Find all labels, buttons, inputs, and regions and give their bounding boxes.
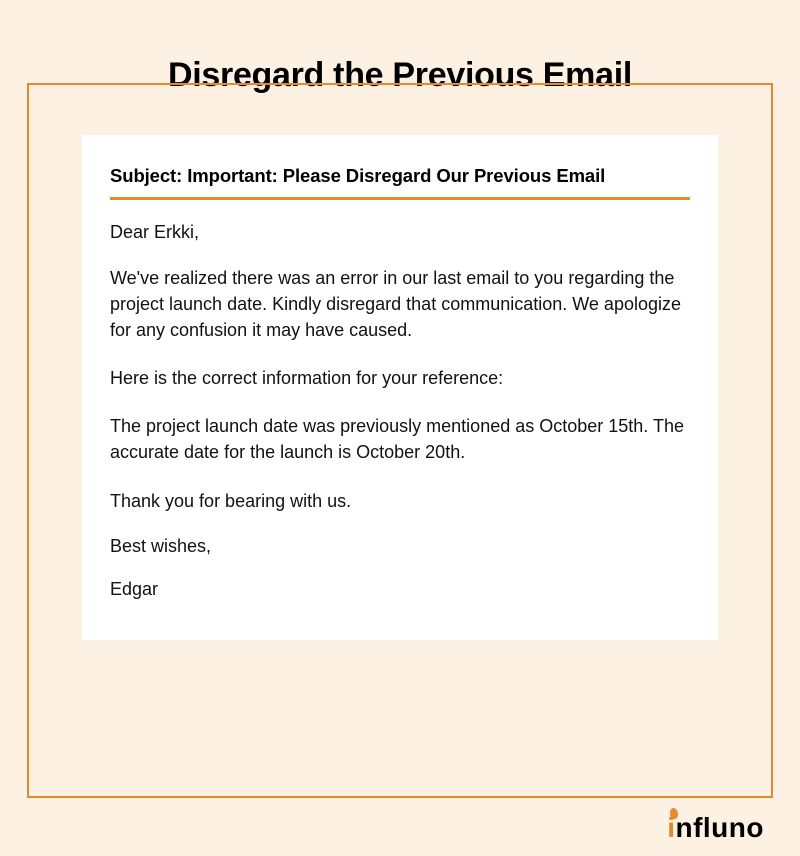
brand-name-rest: nfluno bbox=[675, 812, 764, 843]
document-frame bbox=[27, 83, 773, 798]
brand-text: influno bbox=[667, 814, 764, 842]
flame-icon: i bbox=[667, 812, 675, 843]
brand-logo: influno bbox=[667, 814, 764, 842]
